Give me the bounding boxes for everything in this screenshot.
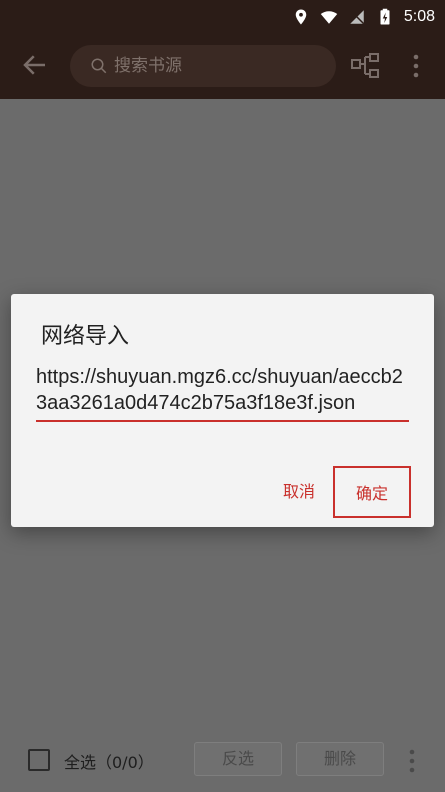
search-icon bbox=[91, 58, 107, 74]
clock: 5:08 bbox=[403, 7, 435, 25]
battery-charging-icon bbox=[380, 8, 390, 24]
status-bar: 5:08 bbox=[0, 0, 445, 33]
select-all-checkbox[interactable] bbox=[28, 749, 50, 771]
no-signal-icon bbox=[349, 9, 365, 24]
wifi-icon bbox=[320, 10, 338, 24]
select-all-label[interactable]: 全选（0/0） bbox=[64, 749, 154, 773]
url-input[interactable]: https://shuyuan.mgz6.cc/shuyuan/aeccb23a… bbox=[36, 364, 409, 422]
group-icon[interactable] bbox=[350, 52, 380, 80]
delete-button[interactable]: 删除 bbox=[296, 742, 384, 776]
back-arrow-icon[interactable] bbox=[20, 50, 50, 80]
more-vert-icon[interactable] bbox=[410, 53, 422, 79]
network-import-dialog: 网络导入 https://shuyuan.mgz6.cc/shuyuan/aec… bbox=[11, 294, 434, 527]
search-box[interactable] bbox=[70, 45, 336, 87]
bottom-bar: 全选（0/0） 反选 删除 bbox=[0, 728, 445, 792]
more-vert-icon[interactable] bbox=[406, 748, 418, 774]
ok-button[interactable]: 确定 bbox=[333, 466, 411, 518]
invert-selection-button[interactable]: 反选 bbox=[194, 742, 282, 776]
search-input[interactable] bbox=[112, 55, 306, 77]
cancel-button[interactable]: 取消 bbox=[273, 478, 325, 506]
dialog-title: 网络导入 bbox=[41, 324, 130, 349]
toolbar bbox=[0, 33, 445, 99]
location-icon bbox=[295, 9, 307, 24]
